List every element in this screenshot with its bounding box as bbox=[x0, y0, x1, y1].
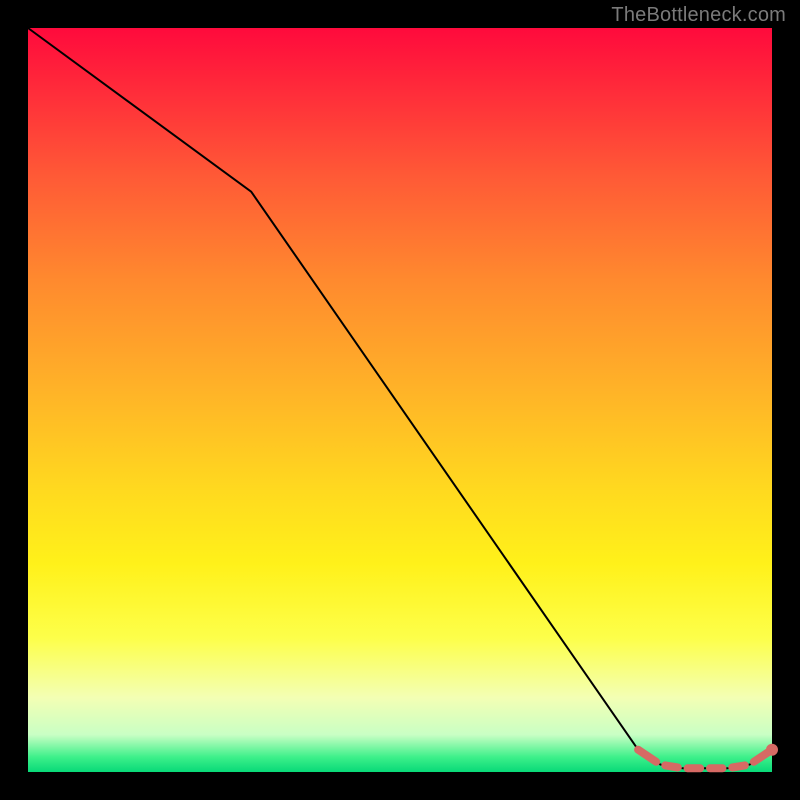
end-dot-icon bbox=[766, 744, 778, 756]
highlight-dash-group bbox=[638, 750, 768, 769]
main-curve bbox=[28, 28, 772, 768]
highlight-dash-segment bbox=[732, 765, 745, 767]
chart-plot-area bbox=[28, 28, 772, 772]
highlight-dash-segment bbox=[638, 750, 656, 762]
highlight-dash-segment bbox=[665, 765, 678, 767]
chart-container: TheBottleneck.com bbox=[0, 0, 800, 800]
watermark-text: TheBottleneck.com bbox=[611, 4, 786, 27]
chart-overlay bbox=[28, 28, 772, 772]
highlight-dash-segment bbox=[754, 753, 768, 762]
